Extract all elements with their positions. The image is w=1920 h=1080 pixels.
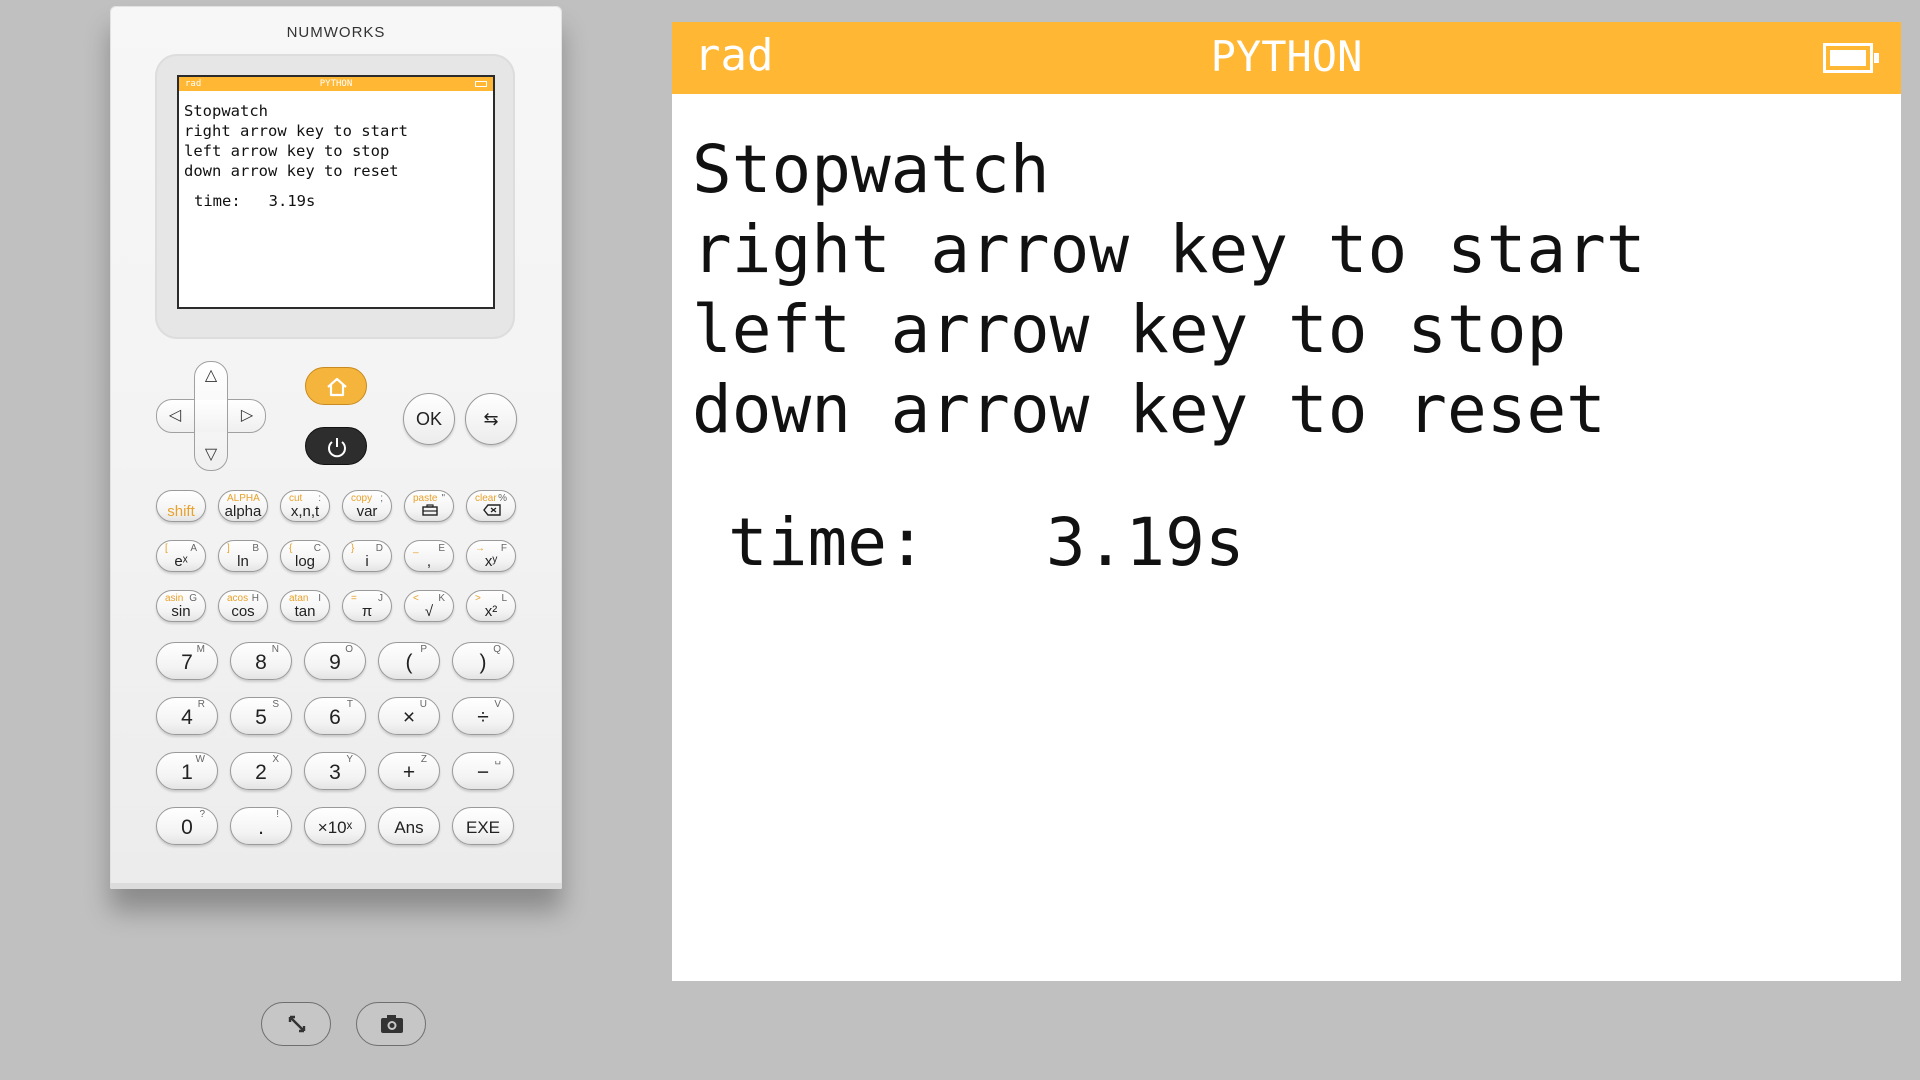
key-xnt[interactable]: cut: x,n,t xyxy=(280,490,330,522)
console-line: Stopwatch xyxy=(184,102,268,120)
left-arrow-key[interactable]: ◁ xyxy=(160,405,190,425)
time-label: time: xyxy=(194,192,241,210)
large-screen: rad PYTHON Stopwatch right arrow key to s… xyxy=(672,22,1901,981)
key-log[interactable]: {Clog xyxy=(280,540,330,572)
backspace-icon xyxy=(483,504,501,516)
back-key[interactable]: ⇆ xyxy=(465,393,517,445)
key-4[interactable]: R4 xyxy=(156,697,218,735)
down-arrow-key[interactable]: ▽ xyxy=(196,444,226,464)
key-9[interactable]: O9 xyxy=(304,642,366,680)
key-7[interactable]: M7 xyxy=(156,642,218,680)
up-arrow-key[interactable]: △ xyxy=(196,365,226,385)
battery-icon xyxy=(1823,43,1879,73)
fullscreen-button[interactable] xyxy=(261,1002,331,1046)
key-ans[interactable]: Ans xyxy=(378,807,440,845)
camera-icon xyxy=(381,1015,403,1033)
key-comma[interactable]: _ E, xyxy=(404,540,454,572)
dpad: △ ▽ ◁ ▷ xyxy=(156,361,266,471)
mini-console: Stopwatch right arrow key to start left ar… xyxy=(179,91,493,211)
console-line: left arrow key to stop xyxy=(692,291,1567,368)
key-8[interactable]: N8 xyxy=(230,642,292,680)
python-console: Stopwatch right arrow key to start left ar… xyxy=(692,130,1646,450)
key-plus[interactable]: Z + xyxy=(378,752,440,790)
home-icon xyxy=(327,377,347,397)
key-ln[interactable]: ] Bln xyxy=(218,540,268,572)
key-backspace[interactable]: clear% xyxy=(466,490,516,522)
key-alpha[interactable]: ALPHA alpha xyxy=(218,490,268,522)
key-divide[interactable]: V ÷ xyxy=(452,697,514,735)
time-value: 3.19s xyxy=(1045,504,1245,581)
battery-icon xyxy=(475,81,487,87)
key-2[interactable]: X2 xyxy=(230,752,292,790)
key-toolbox[interactable]: paste " xyxy=(404,490,454,522)
key-6[interactable]: T6 xyxy=(304,697,366,735)
right-arrow-key[interactable]: ▷ xyxy=(232,405,262,425)
mini-app-title: PYTHON xyxy=(319,79,353,89)
key-5[interactable]: S5 xyxy=(230,697,292,735)
console-line: down arrow key to reset xyxy=(184,162,399,180)
brand-logo: NUMWORKS xyxy=(286,24,386,41)
key-shift[interactable]: shift xyxy=(156,490,206,522)
key-sin[interactable]: asin Gsin xyxy=(156,590,206,622)
fullscreen-icon xyxy=(288,1015,306,1033)
key-i[interactable]: } Di xyxy=(342,540,392,572)
ok-key[interactable]: OK xyxy=(403,393,455,445)
console-line: right arrow key to start xyxy=(692,211,1646,288)
key-exe[interactable]: EXE xyxy=(452,807,514,845)
key-0[interactable]: ? 0 xyxy=(156,807,218,845)
console-line: left arrow key to stop xyxy=(184,142,390,160)
status-bar: rad PYTHON xyxy=(672,22,1901,94)
app-title: PYTHON xyxy=(1210,32,1363,81)
home-key[interactable] xyxy=(305,367,367,405)
key-tan[interactable]: atan Itan xyxy=(280,590,330,622)
key-left-paren[interactable]: P( xyxy=(378,642,440,680)
console-line: right arrow key to start xyxy=(184,122,408,140)
key-cos[interactable]: acos Hcos xyxy=(218,590,268,622)
mini-time-line: time: 3.19s xyxy=(184,191,493,211)
time-label: time: xyxy=(728,504,927,581)
key-dot[interactable]: !. xyxy=(230,807,292,845)
key-right-paren[interactable]: Q) xyxy=(452,642,514,680)
screenshot-button[interactable] xyxy=(356,1002,426,1046)
power-key[interactable] xyxy=(305,427,367,465)
console-line: down arrow key to reset xyxy=(692,371,1606,448)
key-ee[interactable]: ×10ˣ xyxy=(304,807,366,845)
power-icon xyxy=(328,438,346,458)
key-3[interactable]: Y3 xyxy=(304,752,366,790)
key-power[interactable]: → Fxʸ xyxy=(466,540,516,572)
key-square[interactable]: > Lx² xyxy=(466,590,516,622)
console-line: Stopwatch xyxy=(692,131,1050,208)
calculator: NUMWORKS rad PYTHON Stopwatch right arrow… xyxy=(110,6,562,889)
screen-bezel: rad PYTHON Stopwatch right arrow key to s… xyxy=(155,54,515,339)
toolbox-icon xyxy=(422,504,438,516)
key-1[interactable]: W1 xyxy=(156,752,218,790)
time-line: time: 3.19s xyxy=(728,503,1245,583)
key-sqrt[interactable]: < K √ xyxy=(404,590,454,622)
calculator-screen: rad PYTHON Stopwatch right arrow key to s… xyxy=(177,75,495,309)
time-value: 3.19s xyxy=(268,192,316,210)
key-minus[interactable]: ␣ − xyxy=(452,752,514,790)
key-multiply[interactable]: U × xyxy=(378,697,440,735)
mini-status-bar: rad PYTHON xyxy=(179,77,493,91)
key-pi[interactable]: = Jπ xyxy=(342,590,392,622)
key-var[interactable]: copy; var xyxy=(342,490,392,522)
key-exp[interactable]: [Aeˣ xyxy=(156,540,206,572)
